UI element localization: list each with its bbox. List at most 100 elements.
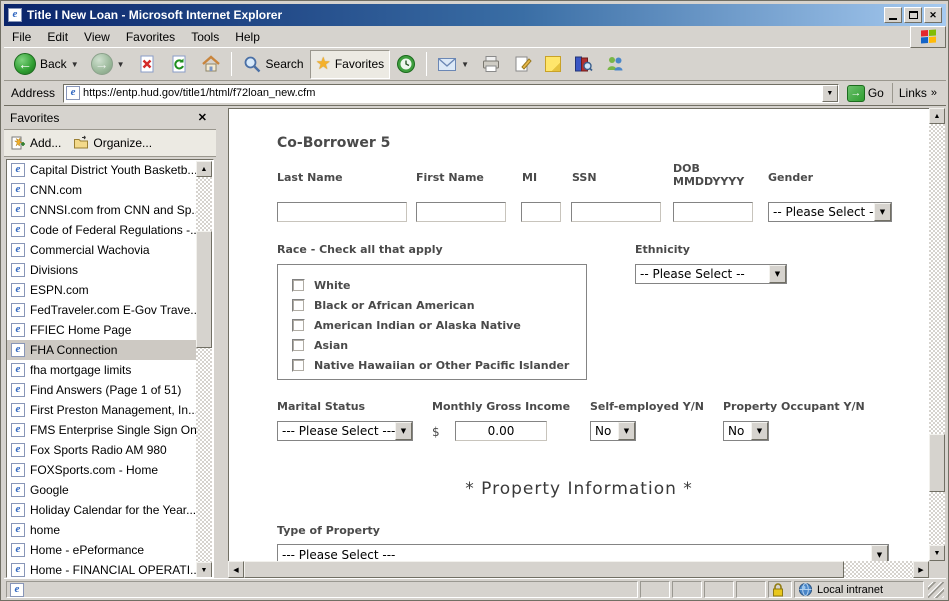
resize-grip[interactable]: [928, 582, 944, 598]
favorites-button[interactable]: ★ Favorites: [310, 50, 391, 79]
address-input[interactable]: [83, 86, 822, 101]
race-option-row: American Indian or Alaska Native: [292, 315, 586, 335]
forward-icon: →: [91, 53, 113, 75]
ie-favicon: e: [11, 183, 25, 197]
minimize-button[interactable]: [884, 7, 902, 23]
favorite-item[interactable]: e Divisions: [7, 260, 197, 280]
race-checkbox[interactable]: [292, 299, 305, 312]
income-input[interactable]: [455, 421, 547, 441]
home-button[interactable]: [195, 50, 227, 79]
favorite-item[interactable]: e ESPN.com: [7, 280, 197, 300]
property-type-select[interactable]: --- Please Select --- ▼: [277, 544, 889, 561]
scroll-down-button[interactable]: ▼: [196, 562, 212, 578]
favorite-item[interactable]: e Home - FINANCIAL OPERATI...: [7, 560, 197, 578]
ssn-input[interactable]: [571, 202, 661, 222]
page-scroll-left-button[interactable]: ◀: [228, 561, 244, 578]
page-scroll-right-button[interactable]: ▶: [913, 561, 929, 578]
last-name-input[interactable]: [277, 202, 407, 222]
favorite-item[interactable]: e CNNSI.com from CNN and Sp...: [7, 200, 197, 220]
race-checkbox[interactable]: [292, 279, 305, 292]
favorite-item[interactable]: e Commercial Wachovia: [7, 240, 197, 260]
menu-view[interactable]: View: [76, 27, 118, 47]
mi-input[interactable]: [521, 202, 561, 222]
notes-button[interactable]: [539, 50, 567, 79]
favorite-item[interactable]: e FMS Enterprise Single Sign On...: [7, 420, 197, 440]
browser-window: e Title I New Loan - Microsoft Internet …: [0, 0, 949, 601]
favorite-item[interactable]: e fha mortgage limits: [7, 360, 197, 380]
zone-pane: Local intranet: [794, 581, 924, 598]
favorite-item[interactable]: e FedTraveler.com E-Gov Trave...: [7, 300, 197, 320]
favorite-item[interactable]: e Fox Sports Radio AM 980: [7, 440, 197, 460]
research-button[interactable]: [567, 50, 599, 79]
print-button[interactable]: [475, 50, 507, 79]
favorite-item[interactable]: e Code of Federal Regulations -...: [7, 220, 197, 240]
favorite-item[interactable]: e Home - ePeformance: [7, 540, 197, 560]
menu-tools[interactable]: Tools: [183, 27, 227, 47]
ethnicity-select[interactable]: -- Please Select -- ▼: [635, 264, 787, 284]
favorite-item[interactable]: e home: [7, 520, 197, 540]
favorite-item[interactable]: e FOXSports.com - Home: [7, 460, 197, 480]
stop-icon: [137, 54, 157, 74]
favorite-item[interactable]: e Find Answers (Page 1 of 51): [7, 380, 197, 400]
mail-dropdown-icon[interactable]: ▼: [461, 60, 469, 69]
page-favicon: e: [66, 86, 80, 100]
scrollbar-thumb[interactable]: [196, 231, 212, 348]
favorite-item[interactable]: e Holiday Calendar for the Year...: [7, 500, 197, 520]
back-button[interactable]: ← Back ▼: [8, 50, 85, 79]
favorite-item[interactable]: e FHA Connection: [7, 340, 197, 360]
back-dropdown-icon[interactable]: ▼: [71, 60, 79, 69]
favorites-scrollbar[interactable]: ▲ ▼: [196, 161, 212, 578]
status-pane: [672, 581, 702, 598]
go-button[interactable]: → Go: [843, 84, 888, 103]
forward-button[interactable]: → ▼: [85, 50, 131, 79]
messenger-button[interactable]: [599, 50, 631, 79]
favorite-item[interactable]: e Google: [7, 480, 197, 500]
favorite-item[interactable]: e First Preston Management, In...: [7, 400, 197, 420]
menu-help[interactable]: Help: [227, 27, 268, 47]
page-vertical-scrollbar[interactable]: ▲ ▼: [929, 108, 945, 561]
menu-edit[interactable]: Edit: [39, 27, 76, 47]
self-employed-select[interactable]: No ▼: [590, 421, 636, 441]
add-favorite-button[interactable]: Add...: [10, 135, 61, 151]
page-scroll-up-button[interactable]: ▲: [929, 108, 945, 124]
marital-status-select[interactable]: --- Please Select --- ▼: [277, 421, 413, 441]
last-name-label: Last Name: [277, 171, 343, 184]
close-button[interactable]: ✕: [924, 7, 942, 23]
maximize-button[interactable]: [904, 7, 922, 23]
scroll-up-button[interactable]: ▲: [196, 161, 212, 177]
race-checkbox[interactable]: [292, 319, 305, 332]
address-dropdown-button[interactable]: ▼: [822, 85, 838, 102]
menu-bar: File Edit View Favorites Tools Help: [4, 26, 946, 48]
mail-button[interactable]: ▼: [431, 50, 475, 79]
ie-favicon: e: [11, 203, 25, 217]
first-name-input[interactable]: [416, 202, 506, 222]
refresh-button[interactable]: [163, 50, 195, 79]
gender-select[interactable]: -- Please Select -- ▼: [768, 202, 892, 222]
page-scrollbar-thumb[interactable]: [929, 434, 945, 492]
favorite-item[interactable]: e FFIEC Home Page: [7, 320, 197, 340]
race-checkbox[interactable]: [292, 339, 305, 352]
dob-input[interactable]: [673, 202, 753, 222]
history-button[interactable]: [390, 50, 422, 79]
organize-favorites-button[interactable]: Organize...: [73, 135, 152, 151]
forward-dropdown-icon[interactable]: ▼: [117, 60, 125, 69]
security-pane: [768, 581, 792, 598]
page-horizontal-scrollbar[interactable]: ◀ ▶: [228, 561, 929, 578]
page-hscrollbar-thumb[interactable]: [244, 561, 844, 578]
address-field[interactable]: e ▼: [63, 84, 839, 103]
favorites-close-button[interactable]: ✕: [195, 110, 210, 125]
search-button[interactable]: Search: [236, 50, 310, 79]
favorite-item[interactable]: e CNN.com: [7, 180, 197, 200]
links-toolbar[interactable]: Links »: [892, 83, 943, 103]
page-scroll-down-button[interactable]: ▼: [929, 545, 945, 561]
menu-file[interactable]: File: [4, 27, 39, 47]
menu-favorites[interactable]: Favorites: [118, 27, 183, 47]
edit-button[interactable]: [507, 50, 539, 79]
stop-button[interactable]: [131, 50, 163, 79]
mi-label: MI: [522, 171, 537, 184]
marital-dropdown-icon: ▼: [395, 422, 412, 440]
favorite-item[interactable]: e Capital District Youth Basketb...: [7, 160, 197, 180]
property-occupant-select[interactable]: No ▼: [723, 421, 769, 441]
title-bar[interactable]: e Title I New Loan - Microsoft Internet …: [4, 4, 946, 26]
race-checkbox[interactable]: [292, 359, 305, 372]
